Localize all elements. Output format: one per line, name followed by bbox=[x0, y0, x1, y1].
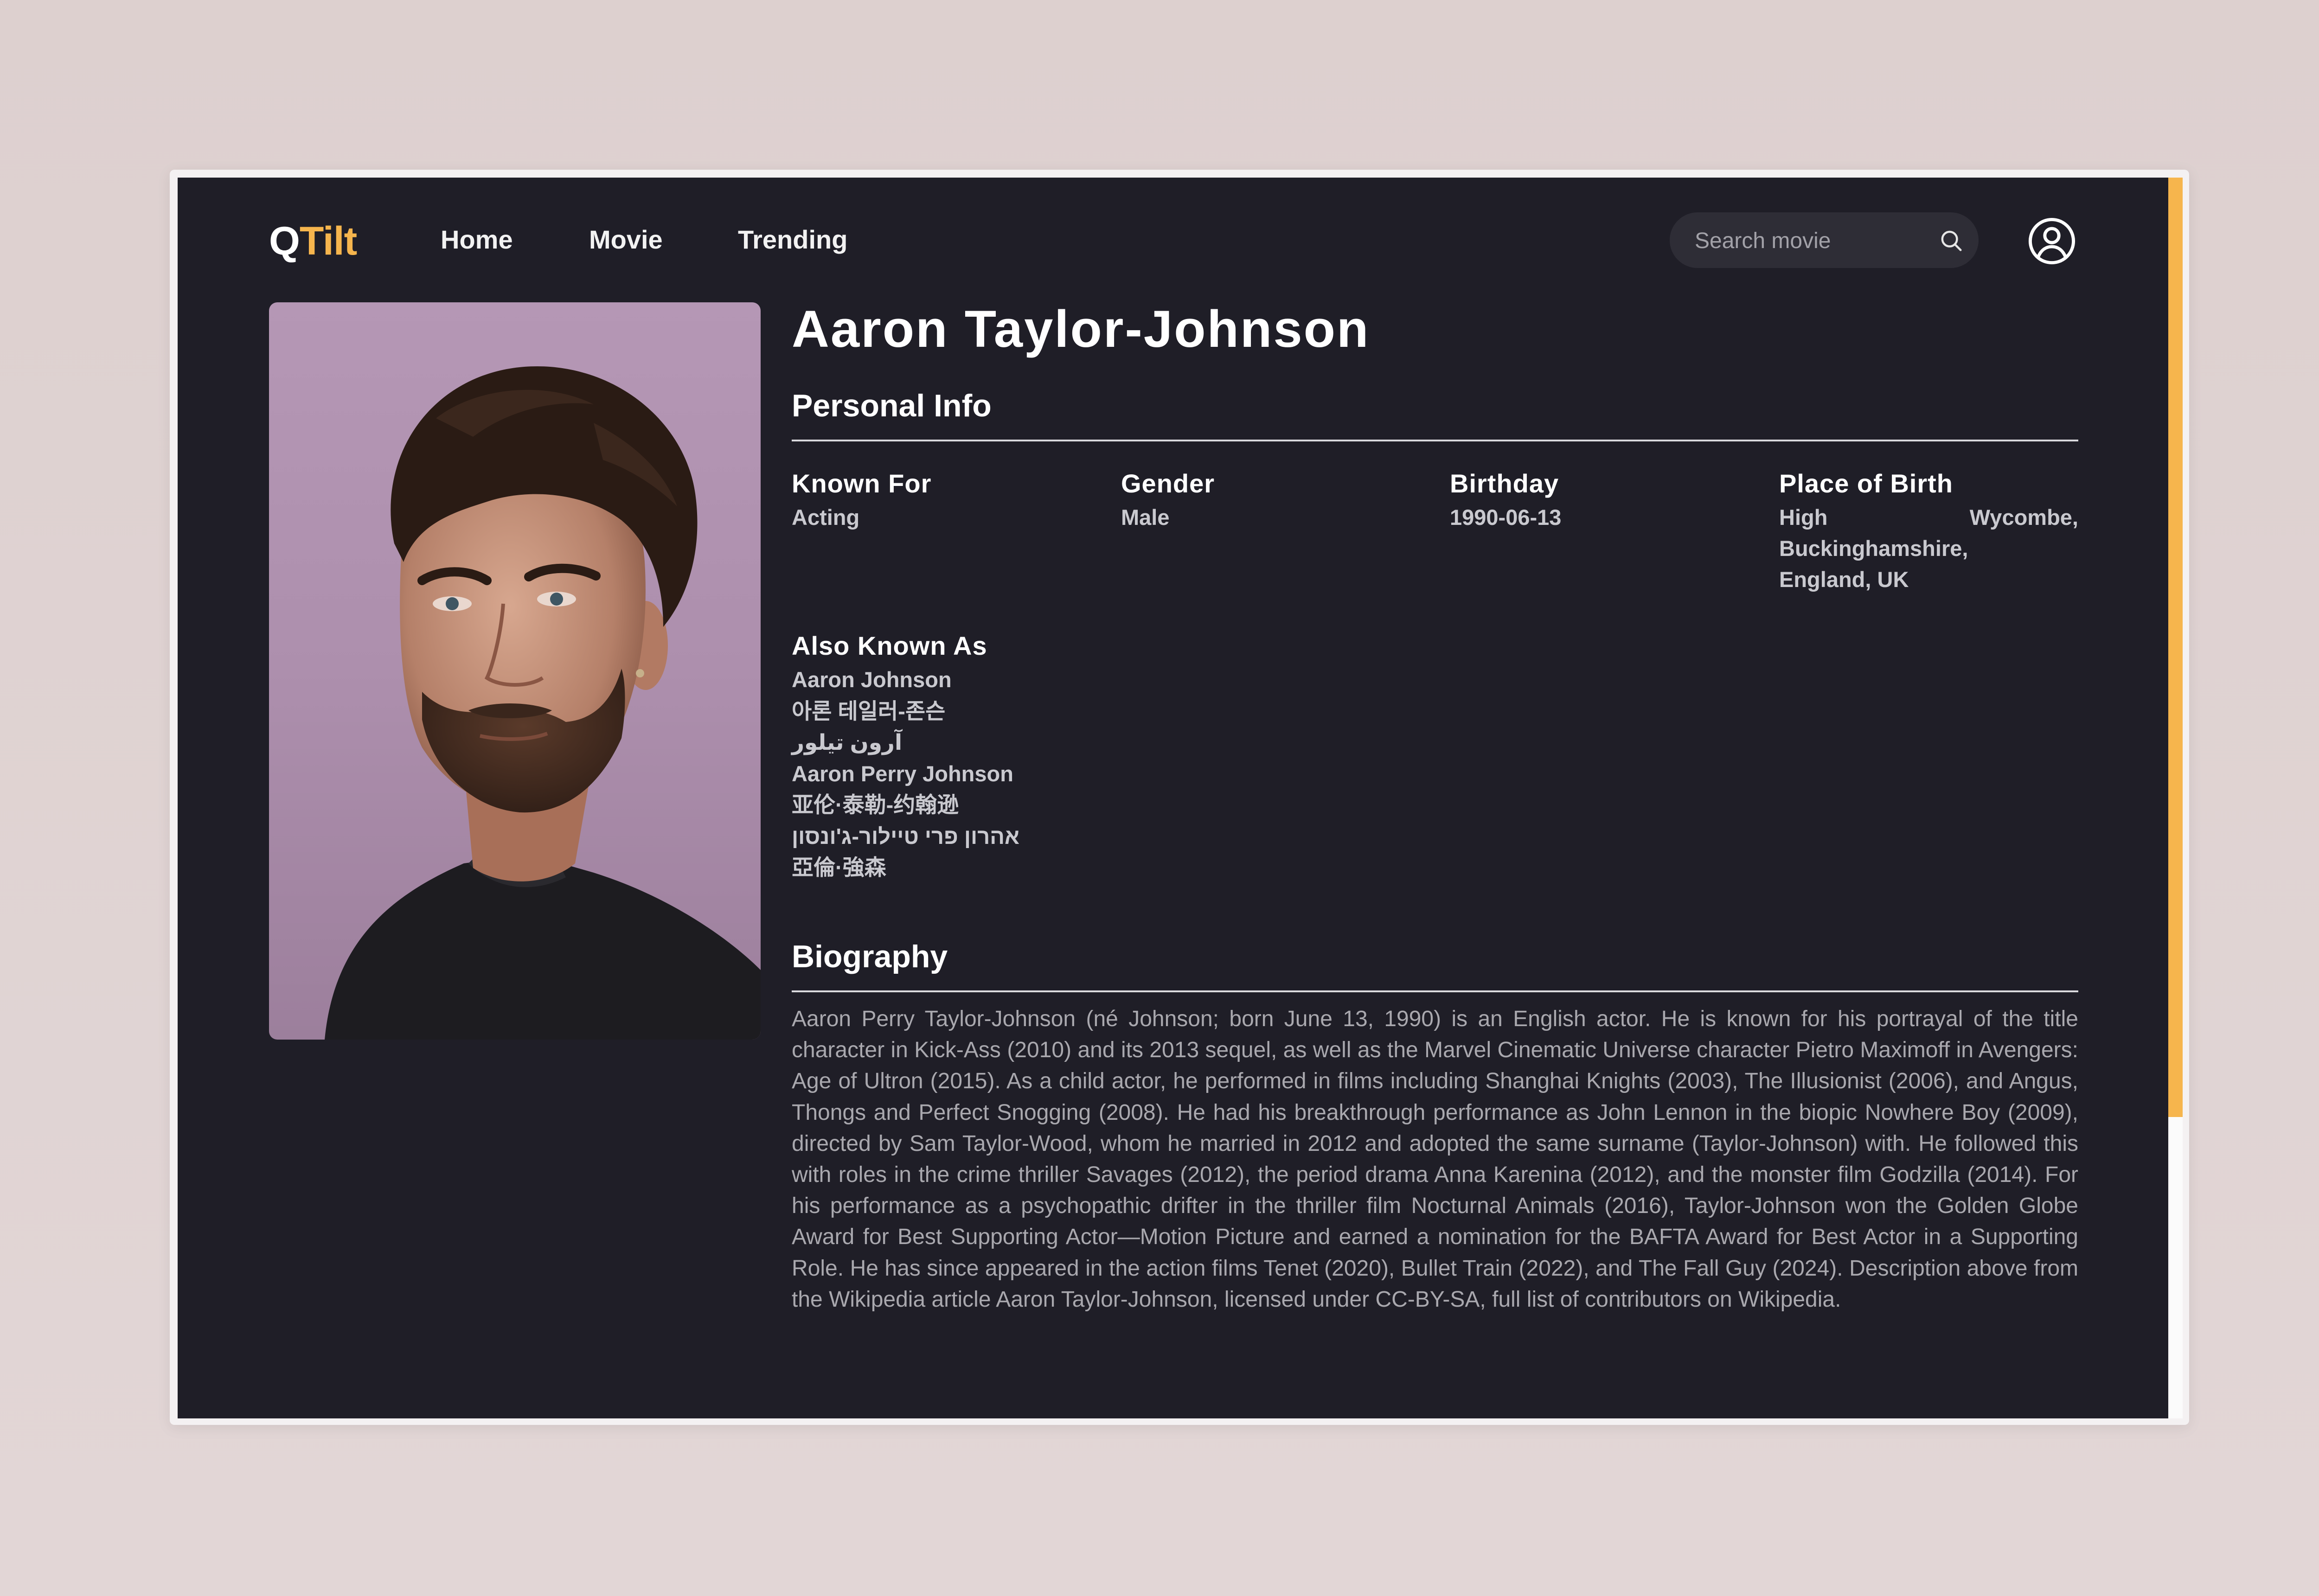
search-input[interactable] bbox=[1694, 224, 1928, 257]
place-of-birth-line-1: High Wycombe, bbox=[1779, 502, 2078, 533]
logo[interactable]: QTilt bbox=[269, 218, 357, 264]
place-of-birth-line-3: England, UK bbox=[1779, 567, 1909, 592]
nav-movie[interactable]: Movie bbox=[589, 223, 663, 256]
aka-item: 亞倫·強森 bbox=[792, 855, 886, 880]
aka-item: Aaron Johnson bbox=[792, 667, 952, 692]
portrait-photo bbox=[269, 302, 761, 1040]
aka-item: 亚伦·泰勒-约翰逊 bbox=[792, 792, 959, 817]
logo-q: Q bbox=[269, 219, 300, 263]
person-name: Aaron Taylor-Johnson bbox=[792, 300, 1370, 358]
logo-tilt: Tilt bbox=[299, 219, 357, 263]
also-known-as-title: Also Known As bbox=[792, 631, 987, 660]
place-of-birth-label: Place of Birth bbox=[1779, 469, 1953, 498]
aka-item: آرون تیلور bbox=[792, 730, 903, 754]
known-for-value: Acting bbox=[792, 505, 860, 530]
place-of-birth-value: High Wycombe, Buckinghamshire, England, … bbox=[1779, 502, 2078, 595]
aka-item: Aaron Perry Johnson bbox=[792, 761, 1013, 786]
nav-trending[interactable]: Trending bbox=[738, 223, 847, 256]
gender-label: Gender bbox=[1121, 469, 1215, 498]
biography-text: Aaron Perry Taylor-Johnson (né Johnson; … bbox=[792, 1007, 2078, 1312]
place-of-birth-word-1: High bbox=[1779, 505, 1828, 530]
known-for-label: Known For bbox=[792, 469, 932, 498]
personal-info-title: Personal Info bbox=[792, 388, 992, 423]
personal-info-divider bbox=[792, 440, 2078, 441]
aka-item: 아론 테일러-존슨 bbox=[792, 698, 946, 723]
aka-item: אהרון פרי טיילור-ג'ונסון bbox=[792, 824, 1020, 849]
search-icon[interactable] bbox=[1939, 228, 1964, 253]
biography-divider bbox=[792, 990, 2078, 992]
search-box[interactable] bbox=[1670, 212, 1979, 268]
birthday-label: Birthday bbox=[1450, 469, 1559, 498]
birthday-value: 1990-06-13 bbox=[1450, 505, 1562, 530]
place-of-birth-line-2: Buckinghamshire, bbox=[1779, 536, 1968, 561]
user-circle-icon[interactable] bbox=[2028, 217, 2076, 265]
also-known-as-list: Aaron Johnson 아론 테일러-존슨 آرون تیلور Aaron… bbox=[792, 664, 1019, 883]
scrollbar-thumb[interactable] bbox=[2168, 178, 2183, 1117]
biography-title: Biography bbox=[792, 939, 948, 974]
gender-value: Male bbox=[1121, 505, 1170, 530]
nav-home[interactable]: Home bbox=[441, 223, 513, 256]
place-of-birth-word-2: Wycombe, bbox=[1969, 505, 2078, 530]
